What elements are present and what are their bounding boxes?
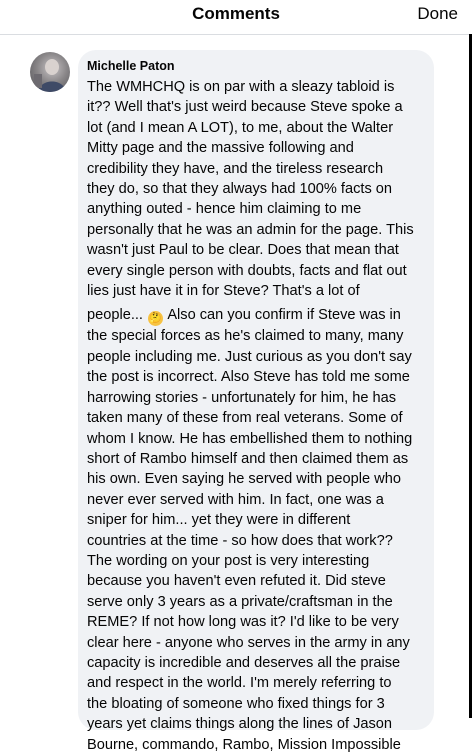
comment-line: sniper for him... yet they were in diffe… bbox=[87, 512, 351, 529]
comment-line: The wording on your post is very interes… bbox=[87, 552, 370, 569]
comment-line: taken many of these from real veterans. … bbox=[87, 410, 403, 427]
comment-line: people... 🤔 Also can you confirm if Stev… bbox=[87, 305, 429, 327]
comment-line: clear here - anyone who serves in the ar… bbox=[87, 634, 410, 651]
comment-line: the bloating of someone who fixed things… bbox=[87, 695, 385, 712]
comment-line: lies just have it in for Steve? That's a… bbox=[87, 283, 360, 300]
thinking-face-icon: 🤔 bbox=[148, 311, 164, 327]
header-title: Comments bbox=[192, 4, 280, 23]
comment-line: capacity is incredible and deserves all … bbox=[87, 654, 401, 671]
comment-line: short of Rambo himself and then claimed … bbox=[87, 450, 409, 467]
comment-line: never ever served with him. In fact, one… bbox=[87, 491, 384, 508]
comment-line: people including me. Just curious as you… bbox=[87, 348, 412, 365]
comment-line: because you haven't even refuted it. Did… bbox=[87, 573, 386, 590]
comment-line: Mitty page and the massive following and bbox=[87, 140, 354, 157]
comment-line: lot (and I mean A LOT), to me, about the… bbox=[87, 119, 394, 136]
comment-text-segment: people... bbox=[87, 307, 143, 324]
done-button[interactable]: Done bbox=[417, 4, 458, 24]
comment-line: The WMHCHQ is on par with a sleazy tablo… bbox=[87, 79, 395, 95]
comment-line: whom I know. He has embellished them to … bbox=[87, 430, 413, 447]
avatar[interactable] bbox=[30, 52, 70, 92]
comment-line: every single person with doubts, facts a… bbox=[87, 262, 407, 279]
comment-author[interactable]: Michelle Paton bbox=[87, 58, 175, 74]
comment-line: it?? Well that's just weird because Stev… bbox=[87, 99, 403, 116]
comment-line: personally that he was an admin for the … bbox=[87, 221, 414, 238]
comment-line: and respect in the world. I'm merely ref… bbox=[87, 675, 392, 692]
comment-line: REME? If not how long was it? I'd like t… bbox=[87, 614, 399, 631]
comment-line: harrowing stories - unfortunately for hi… bbox=[87, 389, 397, 406]
comment-line: they do, so that they always had 100% fa… bbox=[87, 181, 393, 198]
comment-line: the post is incorrect. Also Steve has to… bbox=[87, 369, 410, 386]
comment-text: The WMHCHQ is on par with a sleazy tablo… bbox=[87, 77, 429, 755]
comment-line: the special forces as he's claimed to ma… bbox=[87, 328, 404, 345]
comments-header: Comments Done bbox=[0, 0, 472, 35]
comment-text-segment: Also can you confirm if Steve was in bbox=[167, 307, 401, 324]
comment-line: Bourne, commando, Rambo, Mission Impossi… bbox=[87, 736, 401, 753]
comment-line: his own. Even saying he served with peop… bbox=[87, 471, 401, 488]
comment-line: years yet claims things along the lines … bbox=[87, 716, 393, 733]
comment-line: countries at the time - so how does that… bbox=[87, 532, 393, 549]
comment-line: wasn't just Paul to be clear. Does that … bbox=[87, 242, 399, 259]
comment-line: credibility they have, and the tireless … bbox=[87, 160, 384, 177]
comment-line: serve only 3 years as a private/craftsma… bbox=[87, 593, 393, 610]
profile-photo-icon bbox=[34, 59, 66, 92]
comment-line: anything outed - hence him claiming to m… bbox=[87, 201, 362, 218]
